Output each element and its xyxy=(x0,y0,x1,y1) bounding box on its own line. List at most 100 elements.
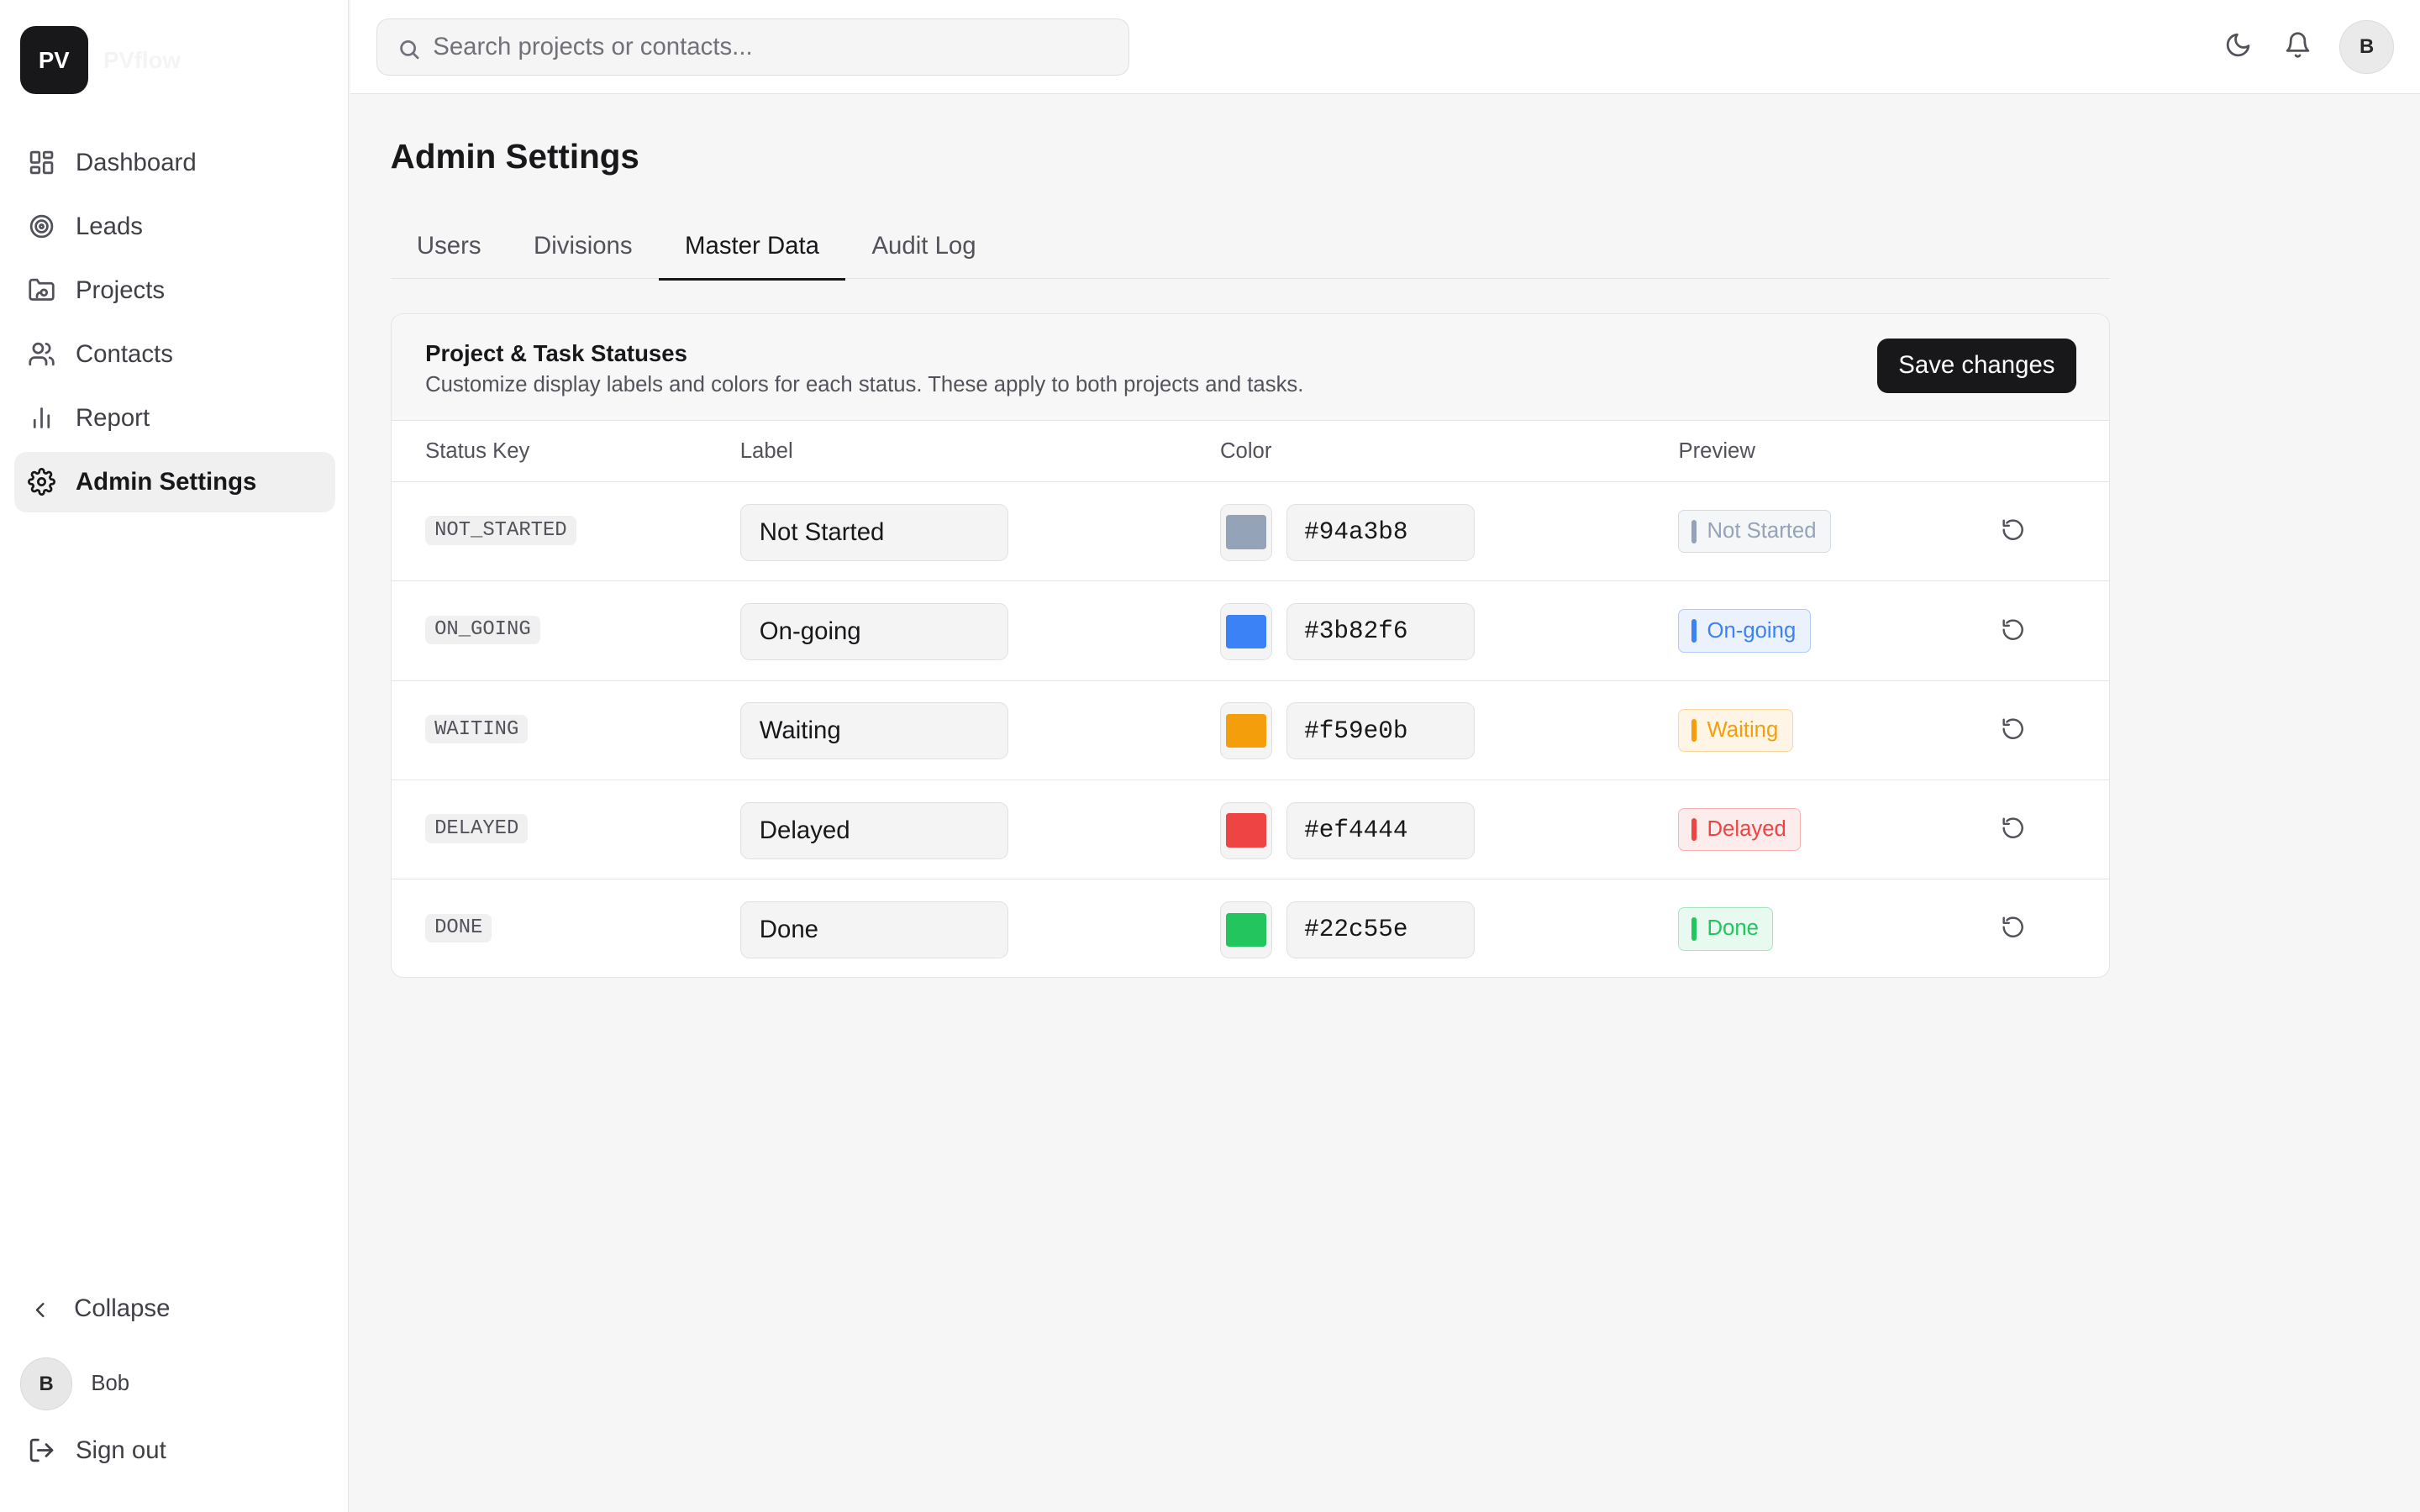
color-picker[interactable] xyxy=(1219,801,1273,859)
badge-bar xyxy=(1691,817,1697,842)
status-key: DELAYED xyxy=(425,814,529,843)
sidebar-item-label: Projects xyxy=(75,276,166,304)
column-header-color: Color xyxy=(1219,438,1272,463)
badge-label: On-going xyxy=(1707,618,1797,643)
color-picker[interactable] xyxy=(1219,503,1273,561)
search-input[interactable] xyxy=(433,33,1113,61)
avatar[interactable]: B xyxy=(2339,19,2394,75)
sidebar-item-label: Admin Settings xyxy=(75,467,257,496)
reset-icon[interactable] xyxy=(2001,915,2028,942)
sidebar-item-label: Dashboard xyxy=(75,148,197,176)
hex-color-input[interactable] xyxy=(1286,603,1476,660)
status-key: NOT_STARTED xyxy=(425,516,576,545)
reset-icon[interactable] xyxy=(2001,717,2028,744)
sidebar-item-report[interactable]: Report xyxy=(14,388,335,449)
sidebar-item-dashboard[interactable]: Dashboard xyxy=(14,133,335,193)
status-preview-badge: Delayed xyxy=(1678,807,1802,852)
page-title: Admin Settings xyxy=(390,137,639,176)
sign-out-label: Sign out xyxy=(75,1436,166,1464)
badge-bar xyxy=(1691,619,1697,643)
badge-bar xyxy=(1691,718,1697,743)
table-row: NOT_STARTED Not Started xyxy=(391,482,2109,582)
sidebar-user[interactable]: B Bob xyxy=(19,1357,130,1410)
hex-color-input[interactable] xyxy=(1286,702,1476,760)
sidebar: PV PVflow Dashboard Leads Projects Conta… xyxy=(0,0,350,1512)
color-picker[interactable] xyxy=(1219,702,1273,760)
statuses-card: Project & Task Statuses Customize displa… xyxy=(390,312,2110,979)
badge-label: Done xyxy=(1707,916,1759,941)
moon-icon[interactable] xyxy=(2224,31,2255,62)
color-swatch xyxy=(1226,515,1267,549)
collapse-button[interactable]: Collapse xyxy=(28,1294,170,1323)
hex-color-input[interactable] xyxy=(1286,900,1476,958)
brand[interactable]: PV PVflow xyxy=(19,26,181,95)
badge-label: Waiting xyxy=(1707,717,1779,742)
table-row: DONE Done xyxy=(392,879,2109,977)
hex-color-input[interactable] xyxy=(1286,503,1476,561)
label-input[interactable] xyxy=(739,702,1009,760)
search-icon xyxy=(397,35,421,60)
label-input[interactable] xyxy=(739,603,1009,660)
status-preview-badge: Waiting xyxy=(1678,708,1793,753)
brand-name: PVflow xyxy=(103,46,181,73)
user-name: Bob xyxy=(91,1372,130,1395)
status-key: WAITING xyxy=(425,714,529,744)
users-icon xyxy=(28,340,55,368)
color-picker[interactable] xyxy=(1219,900,1273,958)
reset-icon[interactable] xyxy=(2001,517,2028,545)
status-preview-badge: Done xyxy=(1678,907,1774,951)
avatar: B xyxy=(19,1357,73,1410)
save-changes-button[interactable]: Save changes xyxy=(1876,339,2077,393)
badge-bar xyxy=(1691,520,1697,543)
tab-master-data[interactable]: Master Data xyxy=(658,213,846,281)
search-box[interactable] xyxy=(376,18,1130,76)
sidebar-item-label: Leads xyxy=(75,212,143,240)
color-swatch xyxy=(1226,614,1267,649)
bell-icon[interactable] xyxy=(2284,31,2315,62)
column-header-label: Label xyxy=(739,438,793,463)
label-input[interactable] xyxy=(739,503,1009,561)
table-row: DELAYED Delayed xyxy=(391,780,2109,880)
card-title: Project & Task Statuses xyxy=(425,340,687,367)
gear-icon xyxy=(28,468,56,496)
chevron-left-icon xyxy=(28,1296,52,1320)
dashboard-icon xyxy=(28,149,55,176)
status-preview-badge: Not Started xyxy=(1678,510,1832,554)
label-input[interactable] xyxy=(739,900,1009,958)
column-header-preview: Preview xyxy=(1678,438,1755,463)
sidebar-nav: Dashboard Leads Projects Contacts Report… xyxy=(13,133,335,516)
card-subtitle: Customize display labels and colors for … xyxy=(425,372,1304,396)
tab-divisions[interactable]: Divisions xyxy=(508,213,659,279)
bar-chart-icon xyxy=(28,404,55,432)
tab-users[interactable]: Users xyxy=(391,213,508,279)
app: PV PVflow Dashboard Leads Projects Conta… xyxy=(0,0,2420,1512)
reset-icon[interactable] xyxy=(2001,816,2028,843)
badge-label: Delayed xyxy=(1707,817,1786,842)
tab-bar: Users Divisions Master Data Audit Log xyxy=(390,213,2110,281)
color-swatch xyxy=(1226,813,1267,848)
sidebar-item-admin-settings[interactable]: Admin Settings xyxy=(13,452,335,512)
column-header-status-key: Status Key xyxy=(425,438,530,463)
sidebar-item-label: Contacts xyxy=(75,339,173,368)
status-key: ON_GOING xyxy=(425,615,540,645)
color-swatch xyxy=(1226,714,1267,748)
table-row: ON_GOING On-going xyxy=(391,581,2109,681)
sidebar-item-projects[interactable]: Projects xyxy=(14,260,335,321)
table-row: WAITING Waiting xyxy=(391,681,2109,780)
sidebar-item-contacts[interactable]: Contacts xyxy=(14,324,335,385)
sign-out-button[interactable]: Sign out xyxy=(28,1436,166,1465)
tab-audit-log[interactable]: Audit Log xyxy=(845,213,1002,279)
table-header: Status Key Label Color Preview xyxy=(391,421,2109,483)
label-input[interactable] xyxy=(739,801,1009,859)
color-picker[interactable] xyxy=(1219,603,1273,660)
log-out-icon xyxy=(28,1436,55,1464)
card-header: Project & Task Statuses Customize displa… xyxy=(391,313,2109,421)
reset-icon[interactable] xyxy=(2001,617,2028,645)
status-preview-badge: On-going xyxy=(1678,609,1811,653)
color-swatch xyxy=(1226,912,1267,948)
hex-color-input[interactable] xyxy=(1286,801,1476,859)
brand-logo: PV xyxy=(19,26,88,95)
target-icon xyxy=(28,213,55,240)
status-key: DONE xyxy=(425,913,492,942)
sidebar-item-leads[interactable]: Leads xyxy=(14,197,335,257)
